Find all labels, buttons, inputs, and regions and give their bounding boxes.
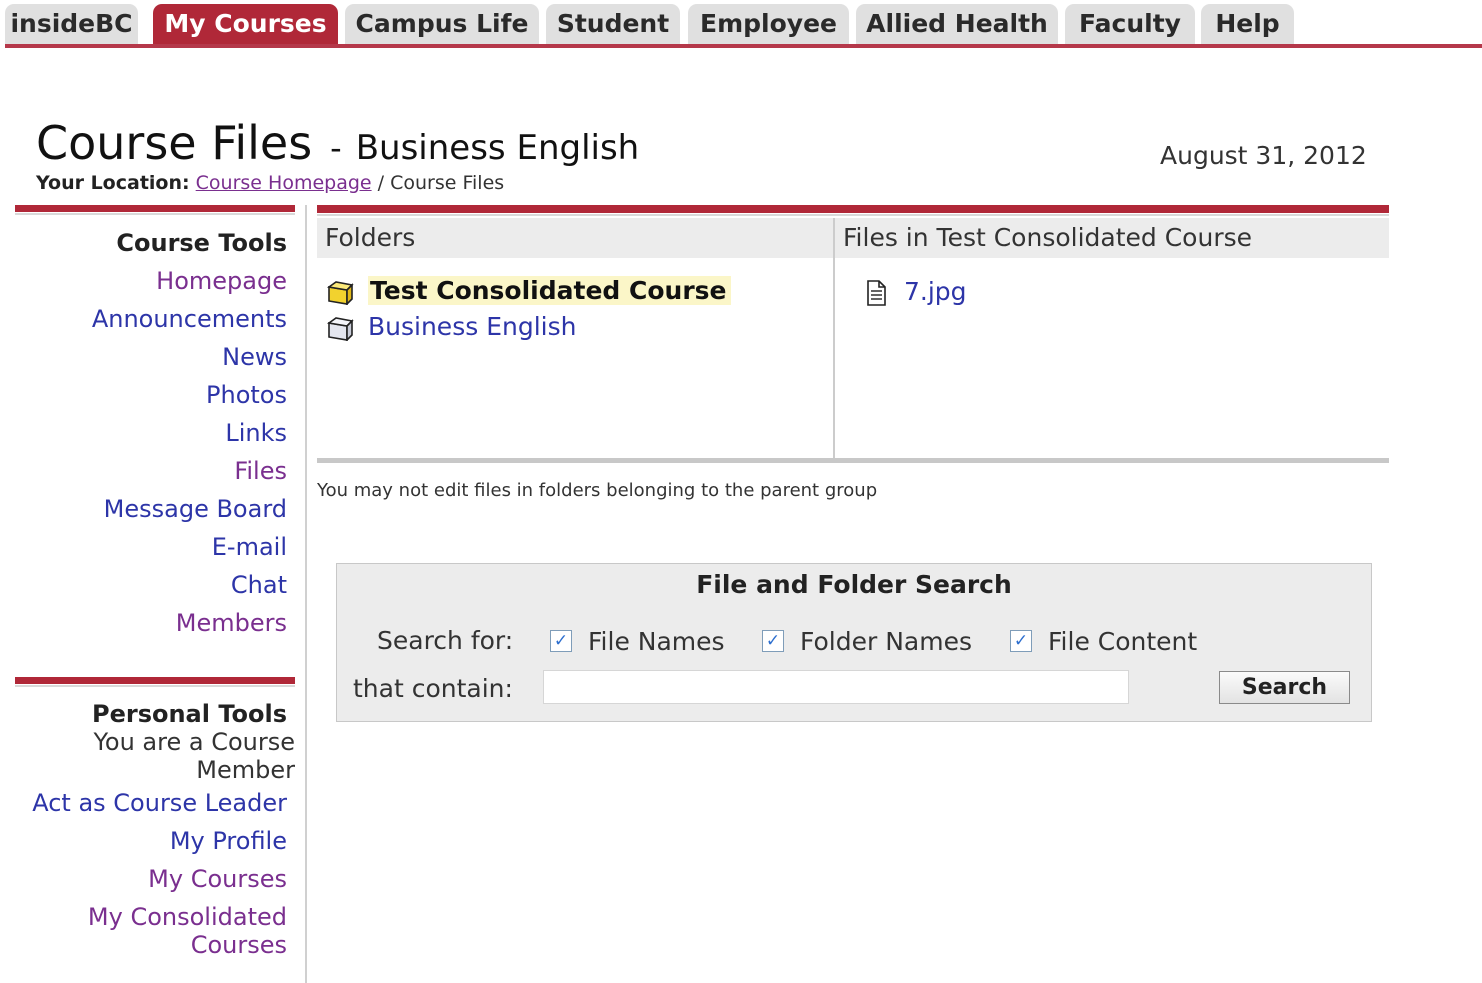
- checkbox-file-content[interactable]: ✓ File Content: [1010, 628, 1197, 656]
- tab-campus-life[interactable]: Campus Life: [345, 4, 539, 44]
- course-tools-nav: Course Tools Homepage Announcements News…: [0, 224, 287, 642]
- tab-employee[interactable]: Employee: [688, 4, 849, 44]
- files-heading: Files in Test Consolidated Course: [835, 218, 1389, 258]
- folder-open-icon: [326, 279, 354, 306]
- tab-student[interactable]: Student: [546, 4, 680, 44]
- sidebar-item-message-board[interactable]: Message Board: [0, 490, 287, 528]
- folder-item[interactable]: Business English: [326, 310, 576, 344]
- panel-divider: [833, 218, 835, 461]
- breadcrumb-link-course-homepage[interactable]: Course Homepage: [196, 172, 372, 194]
- file-item[interactable]: 7.jpg: [866, 274, 967, 310]
- folder-name: Test Consolidated Course: [368, 276, 731, 305]
- that-contain-label: that contain:: [353, 674, 513, 703]
- breadcrumb-current: Course Files: [390, 172, 505, 194]
- checkmark-icon: ✓: [550, 630, 572, 652]
- sidebar-item-photos[interactable]: Photos: [0, 376, 287, 414]
- personal-tools-heading: Personal Tools: [91, 700, 287, 728]
- folders-heading: Folders: [317, 218, 833, 258]
- tab-help[interactable]: Help: [1201, 4, 1294, 44]
- checkbox-label: Folder Names: [800, 627, 972, 656]
- search-input[interactable]: [543, 670, 1129, 704]
- tab-insidebc[interactable]: insideBC: [5, 4, 138, 44]
- sidebar-item-my-consolidated-courses[interactable]: My Consolidated Courses: [70, 903, 287, 959]
- tab-bar-rule: [5, 44, 1482, 48]
- course-name: Business English: [355, 128, 640, 168]
- search-button[interactable]: Search: [1219, 671, 1350, 704]
- breadcrumb: Your Location: Course Homepage / Course …: [36, 172, 504, 194]
- document-icon: [866, 280, 886, 306]
- sidebar-item-my-profile[interactable]: My Profile: [0, 827, 287, 855]
- sidebar-item-act-as-leader[interactable]: Act as Course Leader: [0, 789, 287, 817]
- sidebar-item-links[interactable]: Links: [0, 414, 287, 452]
- course-tools-rule: [15, 205, 295, 215]
- tab-allied-health[interactable]: Allied Health: [856, 4, 1058, 44]
- personal-tools-nav: Personal Tools You are a Course Member A…: [0, 700, 295, 969]
- sidebar-item-email[interactable]: E-mail: [0, 528, 287, 566]
- tab-my-courses[interactable]: My Courses: [153, 4, 338, 44]
- edit-permission-notice: You may not edit files in folders belong…: [317, 480, 878, 501]
- current-date: August 31, 2012: [1160, 141, 1367, 170]
- sidebar-item-news[interactable]: News: [0, 338, 287, 376]
- top-navigation: insideBC My Courses Campus Life Student …: [0, 0, 1482, 50]
- sidebar-item-files[interactable]: Files: [0, 452, 287, 490]
- search-title: File and Folder Search: [696, 570, 1012, 599]
- file-name: 7.jpg: [904, 277, 967, 306]
- checkmark-icon: ✓: [1010, 630, 1032, 652]
- sidebar-item-homepage[interactable]: Homepage: [0, 262, 287, 300]
- page-title-text: Course Files: [36, 116, 313, 170]
- tab-faculty[interactable]: Faculty: [1065, 4, 1195, 44]
- page-title: Course Files - Business English: [36, 116, 639, 170]
- location-label: Your Location:: [36, 172, 190, 194]
- title-separator: -: [330, 129, 342, 167]
- checkmark-icon: ✓: [762, 630, 784, 652]
- checkbox-label: File Names: [588, 627, 725, 656]
- main-rule: [317, 205, 1389, 216]
- folder-closed-icon: [326, 315, 354, 342]
- sidebar-item-chat[interactable]: Chat: [0, 566, 287, 604]
- panel-bottom-rule: [317, 458, 1389, 463]
- membership-note: You are a Course Member: [93, 728, 295, 784]
- sidebar-item-announcements[interactable]: Announcements: [0, 300, 287, 338]
- checkbox-file-names[interactable]: ✓ File Names: [550, 628, 725, 656]
- search-for-label: Search for:: [377, 626, 514, 655]
- sidebar-item-members[interactable]: Members: [0, 604, 287, 642]
- checkbox-folder-names[interactable]: ✓ Folder Names: [762, 628, 972, 656]
- breadcrumb-separator: /: [377, 172, 385, 194]
- sidebar-item-my-courses[interactable]: My Courses: [0, 865, 287, 893]
- course-tools-heading: Course Tools: [116, 229, 287, 257]
- checkbox-label: File Content: [1048, 627, 1198, 656]
- folder-item-current[interactable]: Test Consolidated Course: [326, 274, 731, 308]
- personal-tools-rule: [15, 677, 295, 687]
- folder-name: Business English: [368, 312, 577, 341]
- sidebar-divider: [305, 205, 307, 983]
- file-folder-search: File and Folder Search Search for: ✓ File…: [336, 563, 1372, 722]
